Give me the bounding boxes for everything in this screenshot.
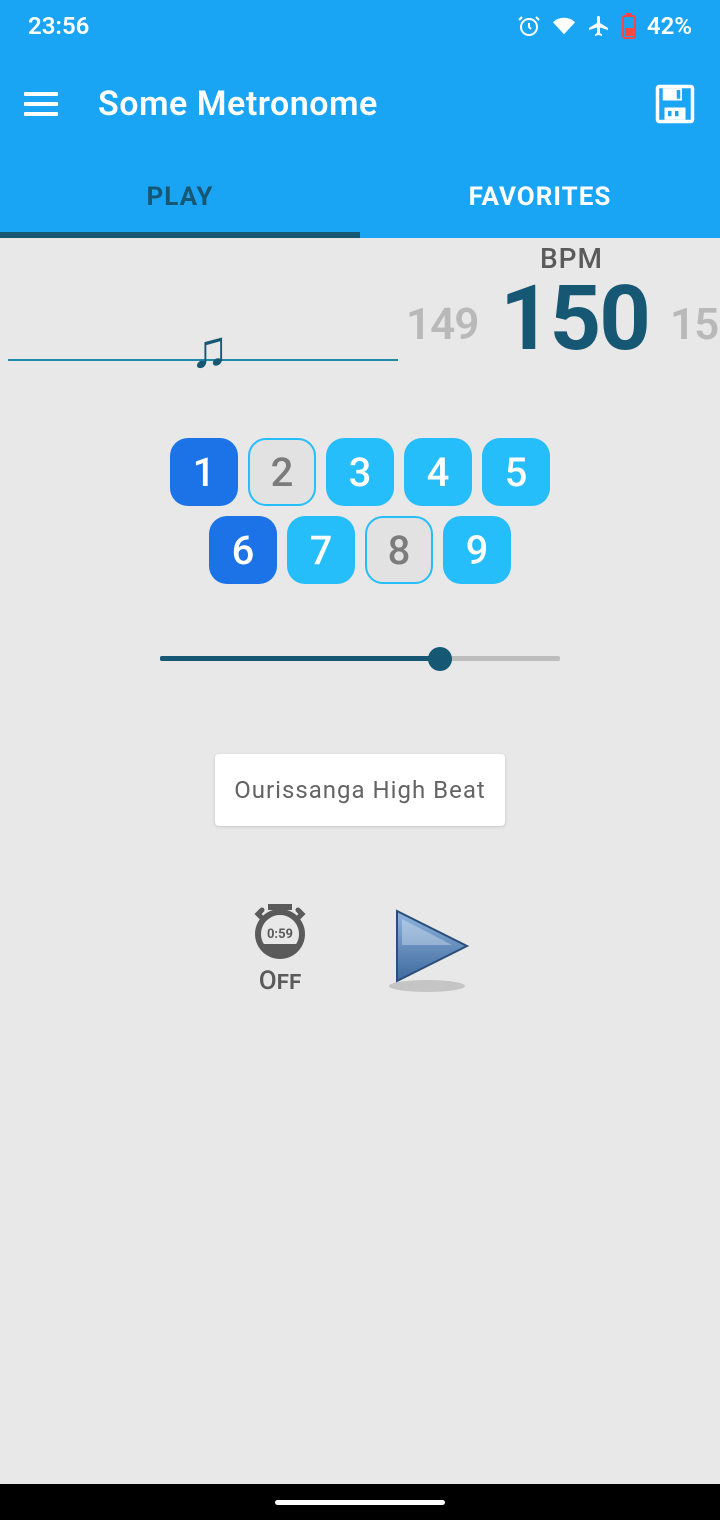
nav-indicator[interactable] <box>275 1500 445 1505</box>
subdivision-slider[interactable]: ♫ <box>8 307 408 309</box>
app-bar: Some Metronome <box>0 52 720 156</box>
beat-button-3[interactable]: 3 <box>326 438 394 506</box>
beat-button-5[interactable]: 5 <box>482 438 550 506</box>
tab-play[interactable]: PLAY <box>0 156 360 238</box>
svg-text:0:59: 0:59 <box>267 927 293 942</box>
bpm-section: ♫ BPM 149 150 151 <box>0 238 720 378</box>
tab-bar: PLAY FAVORITES <box>0 156 720 238</box>
timer-label: Off <box>259 966 302 996</box>
save-button[interactable] <box>654 83 696 125</box>
beat-button-8[interactable]: 8 <box>365 516 433 584</box>
tab-favorites[interactable]: FAVORITES <box>360 156 720 238</box>
beat-button-9[interactable]: 9 <box>443 516 511 584</box>
tab-favorites-label: FAVORITES <box>469 182 612 212</box>
beat-button-7[interactable]: 7 <box>287 516 355 584</box>
sound-selector[interactable]: Ourissanga High Beat <box>215 754 505 826</box>
battery-icon <box>621 13 637 39</box>
stopwatch-icon: 0:59 <box>248 896 312 964</box>
content: ♫ BPM 149 150 151 12345 6789 Ourissanga … <box>0 238 720 996</box>
status-bar: 23:56 42% <box>0 0 720 52</box>
airplane-icon <box>587 14 611 38</box>
bpm-next[interactable]: 151 <box>670 298 720 350</box>
volume-slider[interactable] <box>160 644 560 674</box>
timer-button[interactable]: 0:59 Off <box>248 896 312 996</box>
tab-play-label: PLAY <box>147 182 214 212</box>
alarm-icon <box>517 14 541 38</box>
sound-name: Ourissanga High Beat <box>234 776 485 804</box>
status-time: 23:56 <box>28 12 89 40</box>
navigation-bar <box>0 1484 720 1520</box>
beat-button-4[interactable]: 4 <box>404 438 472 506</box>
controls-row: 0:59 Off <box>0 896 720 996</box>
app-title: Some Metronome <box>98 84 378 124</box>
beat-row: 12345 <box>170 438 550 506</box>
beat-grid: 12345 6789 <box>0 438 720 584</box>
wifi-icon <box>551 15 577 37</box>
bpm-current[interactable]: 150 <box>500 266 649 371</box>
beat-button-2[interactable]: 2 <box>248 438 316 506</box>
play-button[interactable] <box>382 901 472 991</box>
menu-icon[interactable] <box>24 92 58 116</box>
battery-percent: 42% <box>647 12 692 40</box>
beat-row: 6789 <box>209 516 511 584</box>
note-icon: ♫ <box>190 319 229 380</box>
beat-button-6[interactable]: 6 <box>209 516 277 584</box>
status-right: 42% <box>517 12 692 40</box>
bpm-prev[interactable]: 149 <box>406 298 478 350</box>
beat-button-1[interactable]: 1 <box>170 438 238 506</box>
